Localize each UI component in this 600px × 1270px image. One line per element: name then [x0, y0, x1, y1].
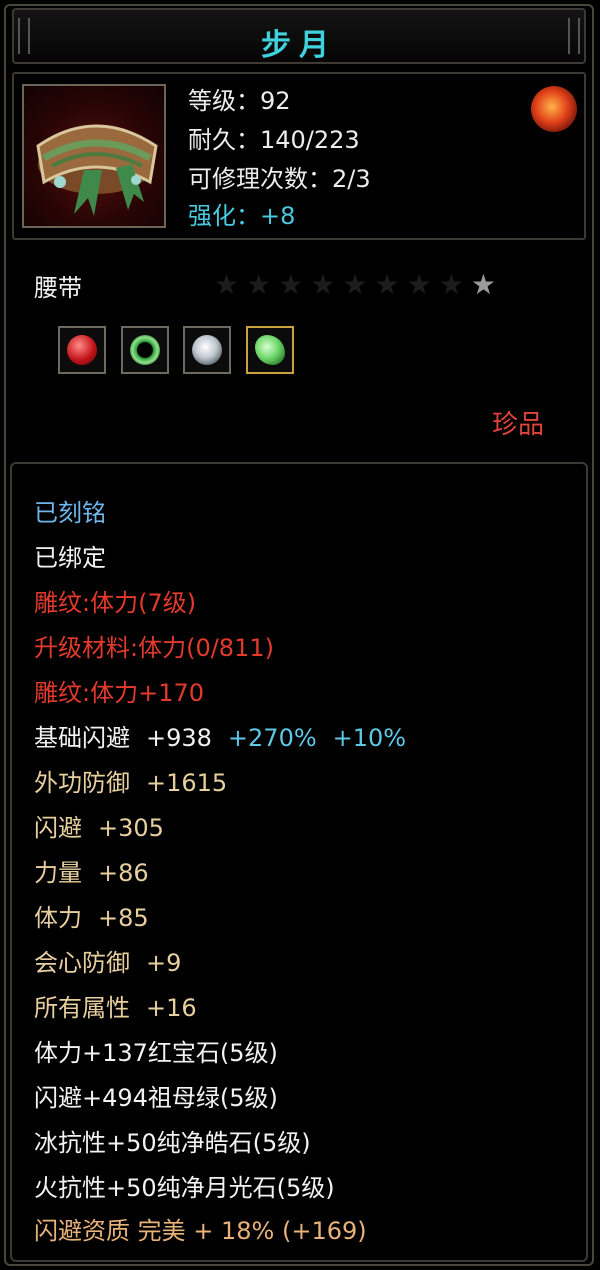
gem-bonus-diamond: 冰抗性+50纯净皓石(5级) [34, 1129, 311, 1157]
strength-row: 力量 +86 [34, 856, 149, 890]
base-dodge-value: +938 [146, 724, 212, 752]
gem-bonus-emerald: 闪避+494祖母绿(5级) [34, 1084, 278, 1112]
base-dodge-row: 基础闪避 +938 +270% +10% [34, 721, 406, 755]
stat-label: 所有属性 [34, 994, 130, 1022]
star-icon: ★ [374, 268, 407, 301]
stat-value: +86 [98, 859, 149, 887]
rarity-label: 珍品 [492, 410, 545, 440]
dodge-row: 闪避 +305 [34, 811, 164, 845]
star-icon: ★ [246, 268, 279, 301]
stat-value: +305 [98, 814, 164, 842]
stat-value: +1615 [146, 769, 228, 797]
repair-count-label: 可修理次数：2/3 [188, 165, 371, 193]
star-icon: ★ [278, 268, 311, 301]
carving-level: 雕纹:体力(7级) [34, 589, 197, 617]
all-attributes-row: 所有属性 +16 [34, 991, 197, 1025]
ruby-gem-icon [67, 335, 97, 365]
crit-defense-row: 会心防御 +9 [34, 946, 181, 980]
socket-emerald[interactable] [121, 326, 169, 374]
stat-label: 体力 [34, 904, 82, 932]
base-dodge-label: 基础闪避 [34, 724, 130, 752]
item-name: 步月 [261, 28, 337, 63]
jade-gem-icon [255, 335, 285, 365]
socket-diamond[interactable] [183, 326, 231, 374]
star-icon: ★ [310, 268, 343, 301]
durability-label: 耐久：140/223 [188, 126, 360, 154]
bound-status: 已绑定 [34, 544, 106, 572]
carving-bonus: 雕纹:体力+170 [34, 679, 205, 707]
diamond-gem-icon [192, 335, 222, 365]
stat-label: 外功防御 [34, 769, 130, 797]
socket-jade[interactable] [246, 326, 294, 374]
slot-type-label: 腰带 [34, 274, 82, 302]
base-dodge-extra: +10% [332, 724, 407, 752]
star-icon: ★ [438, 268, 471, 301]
stat-value: +9 [146, 949, 182, 977]
upgrade-material: 升级材料:体力(0/811) [34, 634, 274, 662]
emerald-ring-icon [130, 335, 160, 365]
socket-ruby[interactable] [58, 326, 106, 374]
stat-value: +16 [146, 994, 197, 1022]
stat-label: 力量 [34, 859, 82, 887]
star-rating: ★★★★★★★★★ [214, 268, 503, 301]
level-label: 等级：92 [188, 87, 291, 115]
stat-value: +85 [98, 904, 149, 932]
engraved-status: 已刻铭 [34, 499, 106, 527]
title-bar: 步月 [12, 8, 586, 64]
gem-bonus-ruby: 体力+137红宝石(5级) [34, 1039, 278, 1067]
stamina-row: 体力 +85 [34, 901, 149, 935]
star-icon: ★ [470, 268, 503, 301]
dodge-aptitude: 闪避资质 完美 + 18% (+169) [34, 1217, 367, 1245]
star-icon: ★ [342, 268, 375, 301]
stat-label: 闪避 [34, 814, 82, 842]
enhance-label: 强化：+8 [188, 202, 296, 230]
stat-label: 会心防御 [34, 949, 130, 977]
gem-bonus-moonstone: 火抗性+50纯净月光石(5级) [34, 1174, 335, 1202]
ext-defense-row: 外功防御 +1615 [34, 766, 227, 800]
fire-emblem-icon [531, 86, 577, 132]
star-icon: ★ [406, 268, 439, 301]
base-dodge-percent: +270% [227, 724, 317, 752]
belt-item-icon [22, 84, 166, 228]
star-icon: ★ [214, 268, 247, 301]
